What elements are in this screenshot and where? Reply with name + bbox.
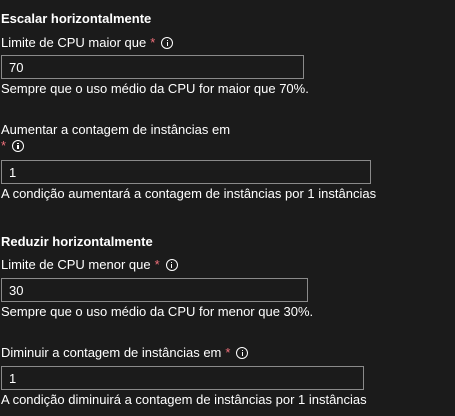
instance-decrease-input[interactable]: [1, 366, 364, 390]
required-asterisk: *: [225, 345, 231, 360]
cpu-max-threshold-label: Limite de CPU maior que: [1, 35, 147, 50]
required-asterisk: *: [1, 138, 7, 153]
info-icon[interactable]: [236, 347, 249, 359]
scale-in-heading: Reduzir horizontalmente: [1, 234, 153, 249]
cpu-max-threshold-input[interactable]: [1, 55, 304, 79]
instance-increase-label: Aumentar a contagem de instâncias em: [1, 122, 231, 137]
autoscale-rules-panel: { "scale_out": { "heading": "Escalar hor…: [0, 0, 455, 416]
cpu-min-threshold-label: Limite de CPU menor que: [1, 257, 151, 272]
scale-out-heading: Escalar horizontalmente: [1, 11, 152, 26]
instance-increase-required-row: *: [1, 138, 25, 154]
cpu-min-threshold-input[interactable]: [1, 278, 308, 302]
cpu-min-threshold-label-row: Limite de CPU menor que *: [1, 257, 178, 273]
info-icon[interactable]: [12, 140, 25, 152]
instance-decrease-label-row: Diminuir a contagem de instâncias em *: [1, 345, 249, 361]
info-icon[interactable]: [161, 37, 174, 49]
cpu-max-threshold-label-row: Limite de CPU maior que *: [1, 35, 174, 51]
cpu-max-threshold-help: Sempre que o uso médio da CPU for maior …: [1, 81, 309, 96]
instance-decrease-label: Diminuir a contagem de instâncias em: [1, 345, 222, 360]
cpu-min-threshold-help: Sempre que o uso médio da CPU for menor …: [1, 304, 314, 319]
required-asterisk: *: [154, 257, 160, 272]
required-asterisk: *: [150, 35, 156, 50]
instance-increase-help: A condição aumentará a contagem de instâ…: [1, 186, 377, 201]
instance-increase-input[interactable]: [1, 160, 371, 184]
instance-decrease-help: A condição diminuirá a contagem de instâ…: [1, 392, 367, 407]
info-icon[interactable]: [165, 259, 178, 271]
